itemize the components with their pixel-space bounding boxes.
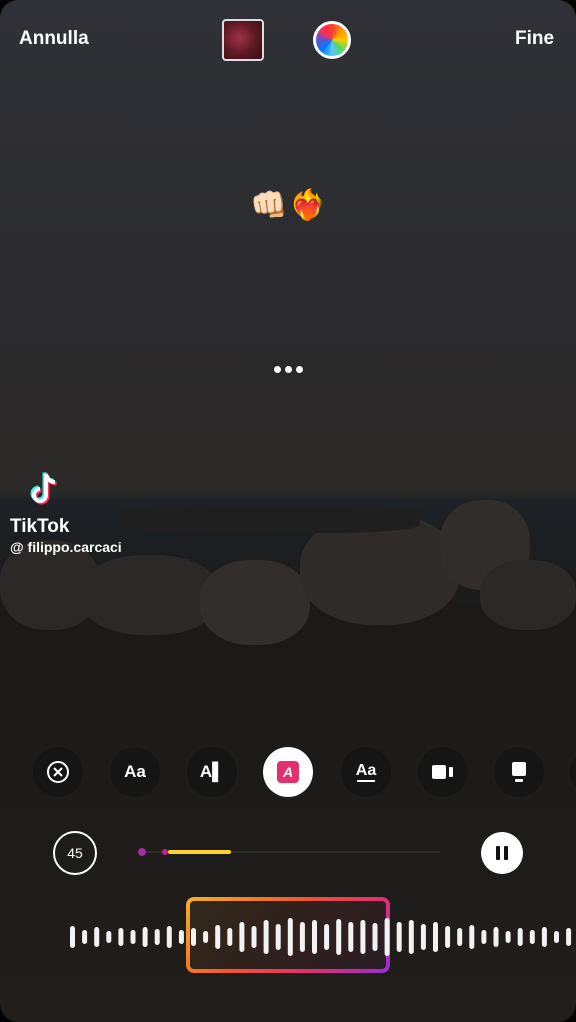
album-card-icon: [512, 762, 526, 782]
waveform-bar: [433, 922, 438, 952]
waveform-bar: [227, 928, 233, 946]
album-card-button[interactable]: [494, 747, 544, 797]
waveform-bar: [263, 920, 269, 954]
lyrics-highlight-button[interactable]: A: [263, 747, 313, 797]
font-size-button[interactable]: Aa: [110, 747, 160, 797]
waveform-bar: [70, 926, 75, 948]
rock: [200, 560, 310, 645]
audio-waveform[interactable]: [0, 918, 576, 956]
waveform-bar: [420, 924, 426, 950]
waveform-bar: [324, 924, 330, 950]
waveform-bar: [517, 928, 523, 946]
waveform-bar: [384, 918, 390, 956]
emoji-sticker[interactable]: 👊🏻❤️‍🔥: [250, 188, 329, 223]
waveform-bar: [275, 924, 281, 950]
remove-music-button[interactable]: [33, 747, 83, 797]
waveform-bar: [142, 927, 148, 947]
waveform-bar: [191, 928, 196, 946]
duration-selector[interactable]: 45: [53, 831, 97, 875]
waveform-bar: [493, 927, 499, 947]
waveform-bar: [505, 931, 511, 943]
color-picker-button[interactable]: [313, 21, 351, 59]
waveform-bar: [469, 925, 475, 949]
waveform-bar: [529, 930, 535, 944]
lyrics-style-button[interactable]: A▌: [187, 747, 237, 797]
progress-bar-fill: [168, 850, 231, 854]
waveform-bar: [299, 922, 305, 952]
waveform-bar: [94, 927, 100, 947]
waveform-bar: [118, 928, 124, 946]
done-button[interactable]: Fine: [515, 28, 554, 50]
text-style-icon: Aa: [355, 761, 377, 779]
waveform-bar: [251, 926, 257, 948]
pause-icon: [496, 846, 500, 860]
waveform-bar: [566, 928, 572, 946]
waveform-bar: [445, 926, 451, 948]
text-style-button[interactable]: Aa: [341, 747, 391, 797]
album-cover-thumbnail[interactable]: [222, 19, 264, 61]
waveform-bar: [239, 922, 245, 952]
tiktok-brand: TikTok: [10, 516, 70, 537]
font-size-icon: Aa: [124, 762, 146, 781]
rock: [80, 555, 220, 635]
more-options-icon[interactable]: [274, 366, 303, 373]
waveform-bar: [481, 930, 487, 944]
pause-button[interactable]: [481, 832, 523, 874]
waveform-bar: [106, 931, 112, 943]
waveform-bar: [372, 923, 378, 951]
duration-label: 45: [67, 845, 83, 861]
close-circle-icon: [47, 761, 69, 783]
waveform-bar: [154, 929, 160, 945]
waveform-bar: [408, 920, 414, 954]
waveform-bar: [554, 931, 559, 943]
rock: [120, 505, 420, 533]
waveform-bar: [336, 919, 342, 955]
waveform-bar: [360, 920, 366, 954]
cancel-button[interactable]: Annulla: [19, 28, 89, 50]
waveform-bar: [541, 927, 547, 947]
video-card-icon: [432, 765, 453, 779]
tiktok-logo-icon: [30, 472, 57, 505]
waveform-bar: [215, 925, 221, 949]
waveform-bar: [287, 918, 293, 956]
video-card-button[interactable]: [418, 747, 468, 797]
tiktok-username: @ filippo.carcaci: [10, 539, 122, 555]
story-editor-screen: Annulla Fine 👊🏻❤️‍🔥 TikTok @ filippo.car…: [0, 0, 576, 1022]
lyrics-style-icon: A▌: [199, 762, 225, 781]
waveform-bar: [178, 930, 184, 944]
highlight-a-icon: A: [277, 761, 299, 783]
waveform-bar: [312, 920, 317, 954]
waveform-bar: [396, 922, 402, 952]
waveform-bar: [203, 931, 209, 943]
waveform-bar: [166, 926, 172, 948]
waveform-bar: [457, 928, 463, 946]
rock: [480, 560, 576, 630]
waveform-bar: [348, 922, 354, 952]
progress-start-marker: [138, 848, 146, 856]
waveform-bar: [130, 930, 136, 944]
more-tools-button[interactable]: [570, 747, 576, 797]
underline-icon: [357, 779, 375, 782]
waveform-bar: [82, 930, 88, 944]
